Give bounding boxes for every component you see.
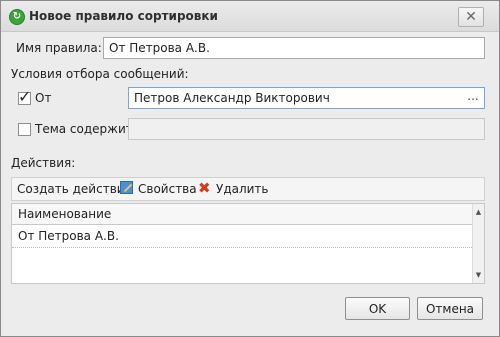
actions-heading: Действия: — [11, 156, 76, 170]
scroll-up-icon[interactable]: ▲ — [474, 208, 483, 216]
rule-name-label: Имя правила: — [16, 41, 102, 55]
row-name: От Петрова А.В. — [18, 229, 119, 243]
cancel-button[interactable]: Отмена — [417, 297, 483, 320]
refresh-icon: ↻ — [9, 9, 25, 25]
actions-table: Наименование От Петрова А.В. ▲ ▼ — [11, 203, 485, 284]
scroll-down-icon[interactable]: ▼ — [474, 271, 483, 279]
subject-checkbox[interactable] — [18, 123, 31, 136]
title-bar: ↻ Новое правило сортировки ✕ — [1, 1, 499, 32]
from-value: Петров Александр Викторович — [134, 91, 330, 105]
actions-toolbar: Создать действие Свойства ✖ Удалить — [11, 177, 485, 201]
from-label: От — [35, 91, 52, 105]
subject-input[interactable] — [128, 118, 485, 140]
column-header-name[interactable]: Наименование — [18, 207, 111, 221]
delete-button[interactable]: Удалить — [216, 182, 269, 196]
dialog-title: Новое правило сортировки — [29, 9, 218, 23]
table-row[interactable]: От Петрова А.В. — [12, 225, 474, 248]
create-action-button[interactable]: Создать действие — [17, 182, 132, 196]
properties-button[interactable]: Свойства — [138, 182, 197, 196]
from-input[interactable]: Петров Александр Викторович ... — [128, 87, 485, 109]
edit-icon[interactable] — [120, 181, 133, 194]
close-button[interactable]: ✕ — [458, 7, 484, 27]
conditions-heading: Условия отбора сообщений: — [11, 67, 189, 81]
vertical-scrollbar[interactable]: ▲ ▼ — [472, 204, 484, 283]
delete-icon[interactable]: ✖ — [198, 179, 211, 197]
checkmark-icon: ✓ — [18, 87, 32, 106]
new-sort-rule-dialog: ↻ Новое правило сортировки ✕ Имя правила… — [0, 0, 500, 337]
rule-name-input[interactable]: От Петрова А.В. — [103, 37, 485, 59]
from-checkbox[interactable]: ✓ — [18, 87, 31, 106]
subject-label: Тема содержит — [35, 122, 133, 136]
browse-button[interactable]: ... — [464, 90, 482, 106]
table-header: Наименование — [12, 204, 474, 225]
ok-button[interactable]: OK — [345, 297, 410, 320]
